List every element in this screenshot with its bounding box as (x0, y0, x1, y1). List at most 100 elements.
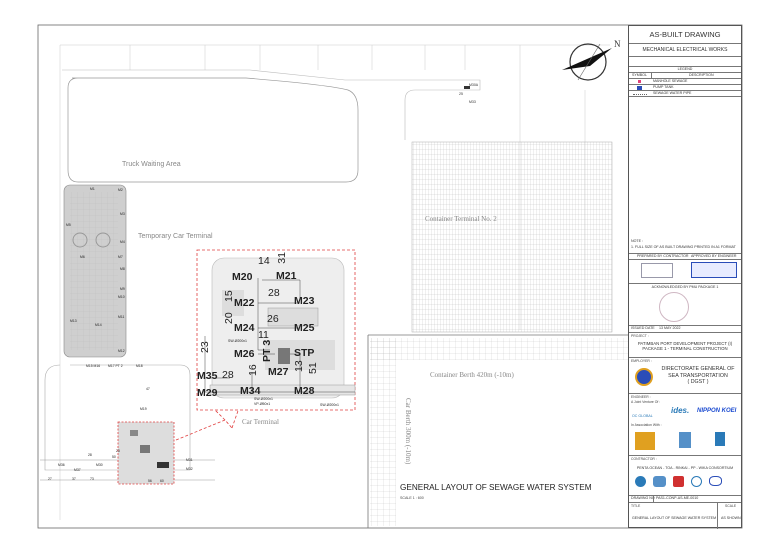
left-labels-14-label: M15 M16 (86, 364, 100, 368)
left-labels-28-label: 28 (88, 453, 92, 457)
title-block: AS-BUILT DRAWING MECHANICAL ELECTRICAL W… (628, 25, 742, 529)
items-2-label: SEWAGE WATER PIPE (653, 91, 692, 95)
detail-labels-13-label: 23 (199, 341, 211, 353)
left-labels-25-label: 73 (90, 477, 94, 481)
title-block-approved-by-label: APPROVED BY ENGINEER (691, 254, 737, 258)
detail-labels-23-label: 28 (222, 369, 234, 381)
north-label: N (614, 39, 621, 49)
title-block-issued-date-label-label: ISSUED DATE (631, 326, 655, 330)
nippon-koei-logo: NIPPON KOEI (697, 408, 737, 414)
top-labels-0-label: M30A (469, 83, 479, 87)
drawing-number: PAS1-CONP-AS-ME-0010 (656, 496, 699, 500)
left-labels-29-label: 50 (112, 455, 116, 459)
title-block-scale-label: AS SHOWN (721, 516, 741, 520)
detail-labels-12-label: SW-Ø200x1 (228, 339, 247, 343)
title-block-scale-label-label: SCALE (725, 504, 737, 508)
legend-col-desc-label: DESCRIPTION (689, 73, 714, 77)
detail-labels-19-label: M27 (268, 366, 289, 378)
contractor-logos (635, 476, 722, 487)
left-labels-13-label: M14 (95, 323, 102, 327)
detail-labels-18-label: 16 (247, 364, 259, 376)
left-labels-9-label: M10 (118, 295, 125, 299)
items-1-label: PUMP TANK (653, 85, 674, 89)
container-terminal-label: Container Terminal No. 2 (425, 215, 497, 223)
association-logo-3 (715, 432, 725, 446)
pmu-acknowledgement: ACKNOWLEDGED BY PMU PACKAGE 1 (629, 284, 741, 326)
car-terminal-label: Car Terminal (242, 418, 279, 426)
left-labels-23-label: 27 (48, 477, 52, 481)
detail-labels-17-label: STP (294, 347, 314, 359)
association-logo-2 (679, 432, 691, 448)
detail-labels-7-label: M23 (294, 295, 315, 307)
detail-labels-3-label: 31 (276, 252, 288, 264)
left-labels-17-label: M19 (140, 407, 147, 411)
left-labels-10-label: M11 (118, 315, 124, 319)
title-block-acknowledged-by-label: ACKNOWLEDGED BY PMU PACKAGE 1 (651, 285, 719, 289)
title-block-association-label: In Association With : (631, 423, 662, 427)
contractor: CONTRACTOR : PENTA OCEAN - TOA - RINKAI … (629, 456, 741, 496)
employer-2-label: ( DGST ) (687, 379, 709, 385)
container-berth-grid (370, 338, 628, 360)
notes-area: NOTE : 1. FULL SIZE OF AS BUILT DRAWING … (629, 97, 741, 254)
left-labels-26-label: 56 (148, 479, 152, 483)
north-arrow-icon (562, 43, 612, 81)
tb-header: AS-BUILT DRAWING (629, 26, 741, 44)
items-0-label: MANHOLE SEWAGE (653, 79, 688, 83)
detail-labels-14-label: 11 (258, 329, 269, 341)
detail-labels-2-label: 14 (258, 255, 270, 267)
left-labels-7-label: M8 (120, 267, 125, 271)
issued-date: 13 MAY 2022 (659, 326, 681, 330)
pipe-symbol-icon (633, 94, 647, 95)
title-block-note-label: 1. FULL SIZE OF AS BUILT DRAWING PRINTED… (631, 244, 736, 249)
left-labels-1-label: M2 (118, 188, 123, 192)
container-berth-label: Container Berth 420m (-10m) (430, 371, 514, 379)
engineer: ENGINEER : A Joint Venture Of : OC GLOBA… (629, 394, 741, 456)
top-labels-2-label: 25 (459, 92, 463, 96)
drawing-title: GENERAL LAYOUT OF SEWAGE WATER SYSTEM (400, 483, 592, 492)
container-terminal (411, 141, 613, 333)
tb-subheader: MECHANICAL ELECTRICAL WORKS (629, 44, 741, 57)
detail-labels-6-label: M22 (234, 297, 255, 309)
detail-labels-22-label: M35 (197, 370, 218, 382)
employer: EMPLOYER : DIRECTORATE GENERAL OF SEA TRA… (629, 358, 741, 394)
detail-labels-26-label: M28 (294, 385, 315, 397)
detail-labels-1-label: M21 (276, 270, 297, 282)
title-block-engineer-jv-label: A Joint Venture Of : (631, 400, 661, 404)
detail-labels-25-label: M34 (240, 385, 261, 397)
temp-car-terminal-label: Temporary Car Terminal (138, 233, 213, 240)
left-labels-6-label: M7 (118, 255, 123, 259)
left-labels-2-label: M3 (120, 212, 125, 216)
title-block-contractor-label: PENTA OCEAN - TOA - RINKAI - PP - WIKA C… (636, 466, 734, 470)
top-labels: M30A M33 25 (459, 83, 479, 104)
title-block-note-title-label: NOTE : (631, 238, 643, 243)
detail-labels-9-label: 26 (267, 313, 279, 325)
title-block-prepared-by-label: PREPARED BY CONTRACTOR (637, 254, 689, 258)
detail-labels-0-label: M20 (232, 271, 253, 283)
left-labels-15-label: M17 PT 2 (108, 364, 123, 368)
top-labels-1-label: M33 (469, 100, 476, 104)
truck-waiting-label: Truck Waiting Area (122, 161, 181, 168)
detail-labels-20-label: 13 (293, 360, 305, 372)
engineer-stamp (691, 262, 737, 278)
manhole-symbol-icon (638, 80, 641, 83)
left-labels-19-label: M32 (186, 467, 193, 471)
drawing-scale: SCALE 1 : 600 (400, 496, 424, 500)
left-labels-8-label: M9 (120, 287, 125, 291)
detail-labels-28-label: VP-Ø50x1 (254, 402, 270, 406)
project-1-label: PACKAGE 1 - TERMINAL CONSTRUCTION (642, 346, 728, 351)
left-labels-31-label: 23 (116, 449, 120, 453)
left-labels-18-label: M31 (186, 458, 193, 462)
left-labels-27-label: 60 (160, 479, 164, 483)
left-labels-24-label: 37 (72, 477, 76, 481)
detail-labels-29-label: SW-Ø200x1 (320, 403, 339, 407)
car-berth-label: Car Berth 300m (-10m) (404, 398, 412, 465)
left-labels-20-label: M36 (58, 463, 65, 467)
pump-tank-symbol-icon (637, 86, 642, 90)
pmu-seal (659, 292, 689, 322)
left-labels-5-label: M6 (80, 255, 85, 259)
association-logo-1 (635, 432, 655, 450)
detail-labels-10-label: M24 (234, 322, 255, 334)
title-block-employer-label-label: EMPLOYER : (631, 359, 652, 363)
title-block-project-label-label: PROJECT : (631, 334, 649, 338)
detail-labels-24-label: M29 (197, 387, 218, 399)
